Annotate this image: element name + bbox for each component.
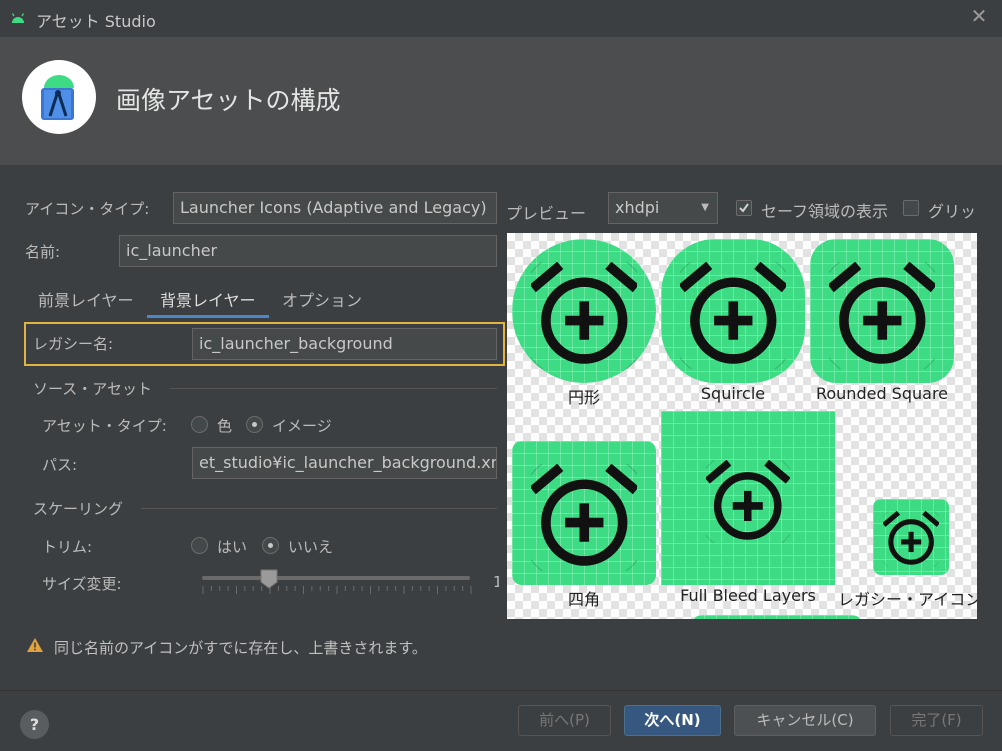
android-icon: [11, 13, 25, 23]
android-studio-icon: [41, 75, 74, 120]
alarm-add-icon: [530, 463, 638, 571]
icon-caption-full-bleed: Full Bleed Layers: [680, 586, 816, 605]
partial-icon-preview: [692, 615, 862, 619]
name-field[interactable]: ic_launcher: [119, 235, 497, 267]
window-title: アセット Studio: [36, 12, 156, 31]
section-divider: [141, 508, 497, 509]
warning-icon: [27, 638, 43, 652]
rounded-square-icon-preview: [810, 239, 954, 383]
path-field[interactable]: et_studio¥ic_launcher_background.xm: [192, 447, 497, 479]
check-icon: [739, 203, 749, 213]
icon-caption-squircle: Squircle: [700, 384, 766, 403]
alarm-add-icon: [679, 261, 787, 369]
section-divider: [170, 388, 497, 389]
asset-type-color-label: 色: [217, 417, 233, 435]
density-select[interactable]: xhdpi ▼: [608, 192, 718, 224]
path-label: パス:: [42, 456, 78, 474]
legacy-name-field[interactable]: ic_launcher_background: [192, 328, 497, 360]
icon-type-label: アイコン・タイプ:: [25, 200, 150, 218]
asset-type-color-radio[interactable]: [191, 416, 208, 433]
alarm-add-icon: [530, 261, 638, 369]
safe-zone-label: セーフ領域の表示: [761, 202, 889, 221]
resize-slider-thumb[interactable]: [260, 569, 278, 589]
legacy-name-label: レガシー名:: [33, 335, 114, 353]
resize-label: サイズ変更:: [42, 575, 122, 593]
scaling-section-title: スケーリング: [33, 500, 124, 518]
resize-slider-ticks: [202, 586, 472, 594]
icon-caption-legacy: レガシー・アイコン: [838, 590, 977, 609]
header-banner: 画像アセットの構成: [0, 37, 1002, 165]
tab-background-layer[interactable]: 背景レイヤー: [160, 287, 256, 311]
tab-foreground-layer[interactable]: 前景レイヤー: [38, 287, 134, 311]
asset-type-image-label: イメージ: [272, 417, 332, 435]
alarm-add-icon: [828, 261, 936, 369]
safe-zone-checkbox[interactable]: [736, 200, 752, 216]
tab-options[interactable]: オプション: [282, 287, 362, 311]
trim-no-label: いいえ: [288, 538, 334, 556]
chevron-down-icon: ▼: [701, 202, 709, 213]
next-button[interactable]: 次へ(N): [624, 705, 721, 736]
trim-yes-label: はい: [217, 538, 248, 556]
icon-caption-square: 四角: [567, 590, 600, 609]
preview-label: プレビュー: [506, 204, 587, 223]
close-icon[interactable]: ✕: [966, 3, 992, 29]
trim-label: トリム:: [42, 538, 93, 556]
alarm-add-icon: [882, 511, 940, 568]
name-label: 名前:: [25, 243, 61, 261]
android-studio-logo: [22, 60, 96, 134]
previous-button[interactable]: 前へ(P): [518, 705, 611, 736]
preview-panel: 円形 Squircle Rounded Square 四角 Full Bleed…: [507, 233, 977, 619]
legacy-icon-preview: [873, 499, 949, 575]
squircle-icon-preview: [661, 239, 805, 383]
icon-caption-rounded-square: Rounded Square: [815, 384, 949, 403]
source-asset-section-title: ソース・アセット: [33, 380, 152, 398]
resize-value: 1: [493, 573, 499, 591]
grid-checkbox[interactable]: [903, 200, 919, 216]
trim-yes-radio[interactable]: [191, 537, 208, 554]
icon-caption-circle: 円形: [567, 388, 600, 407]
asset-type-label: アセット・タイプ:: [42, 417, 167, 435]
cancel-button[interactable]: キャンセル(C): [734, 705, 876, 736]
active-tab-indicator: [147, 315, 269, 318]
density-value: xhdpi: [615, 198, 660, 217]
full-bleed-icon-preview: [661, 411, 835, 585]
square-icon-preview: [512, 441, 656, 585]
resize-slider-track[interactable]: [202, 576, 470, 580]
help-button[interactable]: ?: [20, 710, 49, 739]
page-title: 画像アセットの構成: [116, 86, 341, 115]
dialog-footer: ? 前へ(P) 次へ(N) キャンセル(C) 完了(F): [0, 690, 1002, 751]
alarm-add-icon: [706, 459, 790, 544]
icon-type-select[interactable]: Launcher Icons (Adaptive and Legacy): [173, 192, 497, 224]
circle-icon-preview: [512, 239, 656, 383]
trim-no-radio[interactable]: [262, 537, 279, 554]
finish-button[interactable]: 完了(F): [890, 705, 983, 736]
grid-label: グリッ: [928, 202, 976, 221]
asset-type-image-radio[interactable]: [246, 416, 263, 433]
title-bar: アセット Studio ✕: [0, 0, 1002, 37]
warning-message: 同じ名前のアイコンがすでに存在し、上書きされます。: [54, 639, 427, 657]
